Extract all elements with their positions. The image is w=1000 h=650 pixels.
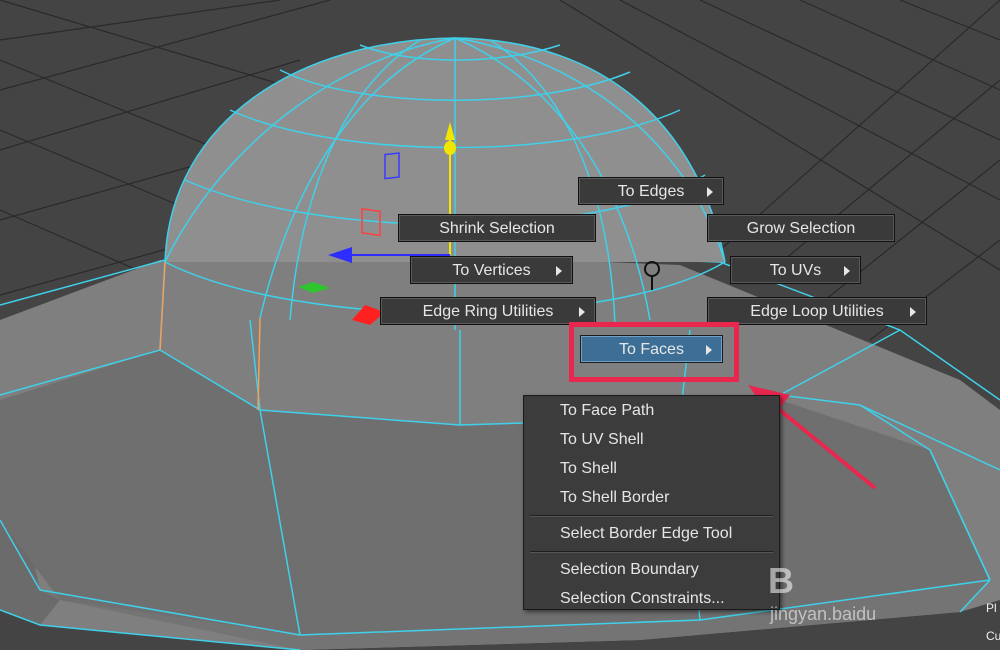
submenu-item-selection-boundary[interactable]: Selection Boundary [524,556,779,584]
watermark-text: jingyan.baidu [770,604,877,624]
menu-to-vertices[interactable]: To Vertices [410,256,573,284]
submenu-divider [530,551,773,553]
menu-shrink-selection[interactable]: Shrink Selection [398,214,596,242]
menu-edge-ring-utilities[interactable]: Edge Ring Utilities [380,297,596,325]
submenu-arrow-icon [844,266,850,276]
submenu-arrow-icon [556,266,562,276]
menu-edge-loop-utilities-label: Edge Loop Utilities [750,303,884,320]
submenu-item-to-uv-shell[interactable]: To UV Shell [524,426,779,454]
menu-to-edges[interactable]: To Edges [578,177,724,205]
menu-to-uvs-label: To UVs [769,262,822,279]
menu-edge-ring-utilities-label: Edge Ring Utilities [422,303,554,320]
annotation-highlight-box [569,322,739,382]
submenu-item-selection-constraints[interactable]: Selection Constraints... [524,585,779,613]
submenu-divider [530,515,773,517]
menu-to-edges-label: To Edges [617,183,685,200]
3d-viewport[interactable]: To Edges Shrink Selection Grow Selection… [0,0,1000,650]
submenu-item-to-face-path[interactable]: To Face Path [524,397,779,425]
submenu-arrow-icon [579,307,585,317]
menu-to-uvs[interactable]: To UVs [730,256,861,284]
submenu-arrow-icon [910,307,916,317]
menu-grow-selection[interactable]: Grow Selection [707,214,895,242]
corner-label-1: Pl [986,601,997,615]
menu-edge-loop-utilities[interactable]: Edge Loop Utilities [707,297,927,325]
menu-shrink-selection-label: Shrink Selection [439,220,555,237]
watermark-logo: B [768,560,794,601]
corner-label-2: Cu [986,629,1000,643]
submenu-arrow-icon [707,187,713,197]
submenu-item-to-shell-border[interactable]: To Shell Border [524,484,779,512]
submenu-item-to-shell[interactable]: To Shell [524,455,779,483]
menu-to-vertices-label: To Vertices [452,262,531,279]
submenu-item-select-border-edge-tool[interactable]: Select Border Edge Tool [524,520,779,548]
menu-grow-selection-label: Grow Selection [746,220,856,237]
to-faces-submenu: To Face Path To UV Shell To Shell To She… [523,395,780,610]
